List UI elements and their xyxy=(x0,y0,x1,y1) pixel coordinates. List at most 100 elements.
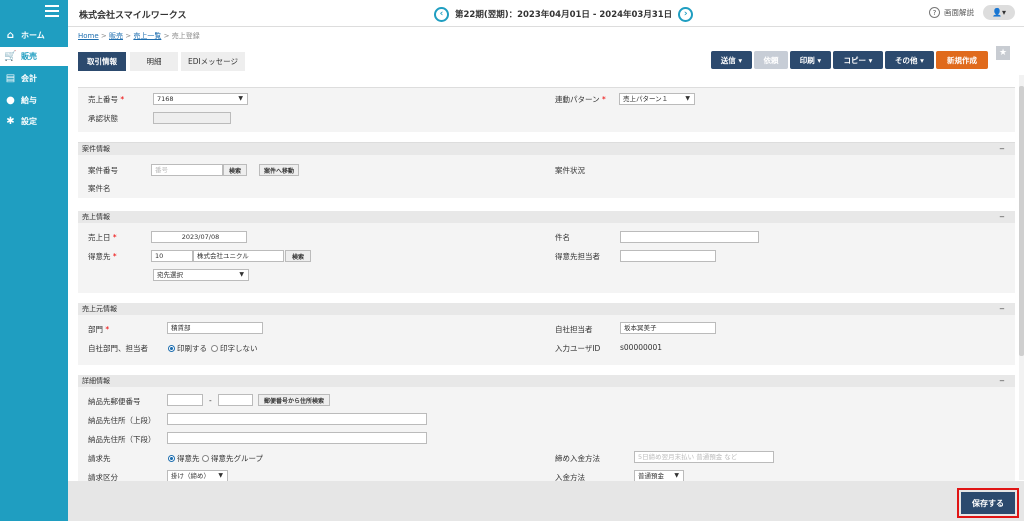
prev-period-icon[interactable]: ‹ xyxy=(434,6,449,22)
bill-to-group-radio[interactable]: 得意先グループ xyxy=(202,453,263,464)
cart-icon: 🛒 xyxy=(4,51,17,62)
zip-input-1[interactable] xyxy=(167,394,203,406)
link-pattern-select[interactable]: 売上パターン１ ▼ xyxy=(619,93,695,105)
request-button[interactable]: 依頼 xyxy=(754,51,788,69)
detail-section-header[interactable]: 詳細情報 − xyxy=(78,375,1015,387)
save-button-highlight[interactable]: 保存する xyxy=(957,488,1019,518)
user-caret: ▾ xyxy=(1001,8,1006,17)
goto-case-button[interactable]: 案件へ移動 xyxy=(259,164,299,176)
sales-no-label: 売上番号 * xyxy=(88,95,125,104)
zip-label: 納品先郵便番号 xyxy=(88,397,141,406)
favorite-star-icon[interactable]: ★ xyxy=(996,46,1010,60)
staff-input[interactable]: 坂本冥美子 xyxy=(620,322,716,334)
other-button[interactable]: その他 ▾ xyxy=(885,51,934,69)
sidebar-item-accounting[interactable]: ▤ 会計 xyxy=(0,69,68,88)
send-button[interactable]: 送信 ▾ xyxy=(711,51,752,69)
print-setting-label: 自社部門、担当者 xyxy=(88,344,148,353)
customer-label: 得意先 * xyxy=(88,252,117,261)
case-section-header[interactable]: 案件情報 − xyxy=(78,143,1015,155)
collapse-icon: − xyxy=(999,145,1005,153)
closing-label: 締め入金方法 xyxy=(555,454,600,463)
bill-type-label: 請求区分 xyxy=(88,473,118,481)
footer-bar xyxy=(68,481,1024,521)
chevron-down-icon: ▼ xyxy=(685,95,690,102)
customer-search-button[interactable]: 検索 xyxy=(285,250,311,262)
collapse-icon: − xyxy=(999,213,1005,221)
bill-to-label: 請求先 xyxy=(88,454,111,463)
breadcrumb-home[interactable]: Home xyxy=(78,32,99,40)
sidebar-item-sales[interactable]: 🛒 販売 xyxy=(0,47,68,66)
address2-input[interactable] xyxy=(167,432,427,444)
payment-label: 入金方法 xyxy=(555,473,585,481)
dept-label: 部門 * xyxy=(88,325,110,334)
case-no-label: 案件番号 xyxy=(88,166,118,175)
approval-label: 承認状態 xyxy=(88,114,118,123)
new-button[interactable]: 新規作成 xyxy=(936,51,988,69)
closing-input[interactable]: 5日締め翌月末払い 普通預金 など xyxy=(634,451,774,463)
top-bar: 株式会社スマイルワークス ‹ 第22期(翌期)：2023年04月01日 - 20… xyxy=(68,0,1024,27)
next-period-icon[interactable]: › xyxy=(678,6,694,22)
sidebar-item-settings[interactable]: ✱ 設定 xyxy=(0,112,68,131)
bill-type-select[interactable]: 掛け（締め） ▼ xyxy=(167,470,228,481)
dept-input[interactable]: 積賃部 xyxy=(167,322,263,334)
case-no-input[interactable]: 番号 xyxy=(151,164,223,176)
sidebar-item-label: 販売 xyxy=(21,52,37,61)
customer-contact-label: 得意先担当者 xyxy=(555,252,600,261)
input-user-value: s00000001 xyxy=(620,343,663,352)
breadcrumb-list[interactable]: 売上一覧 xyxy=(133,32,161,40)
print-button[interactable]: 印刷 ▾ xyxy=(790,51,831,69)
customer-contact-input[interactable] xyxy=(620,250,716,262)
print-no-radio[interactable]: 印字しない xyxy=(211,343,258,354)
sidebar-item-home[interactable]: ⌂ ホーム xyxy=(0,26,68,45)
subject-label: 件名 xyxy=(555,233,570,242)
subject-input[interactable] xyxy=(620,231,759,243)
gear-icon: ✱ xyxy=(6,116,15,127)
tab-transaction[interactable]: 取引情報 xyxy=(78,52,126,71)
breadcrumb-sales[interactable]: 販売 xyxy=(109,32,123,40)
sidebar-item-label: ホーム xyxy=(21,31,45,40)
sidebar-item-payroll[interactable]: ● 給与 xyxy=(0,91,68,110)
address2-label: 納品先住所（下段） xyxy=(88,435,156,444)
customer-code-input[interactable]: 10 xyxy=(151,250,193,262)
input-user-label: 入力ユーザID xyxy=(555,344,601,353)
tab-edi-message[interactable]: EDIメッセージ xyxy=(181,52,245,71)
zip-search-button[interactable]: 郵便番号から住所検索 xyxy=(258,394,330,406)
sales-date-label: 売上日 * xyxy=(88,233,117,242)
scrollbar-thumb[interactable] xyxy=(1019,86,1024,356)
sidebar-item-label: 会計 xyxy=(21,74,37,83)
tab-details[interactable]: 明細 xyxy=(130,52,178,71)
bill-to-customer-radio[interactable]: 得意先 xyxy=(168,453,200,464)
destination-select[interactable]: 宛先選択 ▼ xyxy=(153,269,249,281)
help-label: 画面解説 xyxy=(944,8,974,17)
copy-button[interactable]: コピー ▾ xyxy=(833,51,883,69)
approval-field xyxy=(153,112,231,124)
detail-panel xyxy=(78,375,1015,481)
sidebar: ⌂ ホーム 🛒 販売 ▤ 会計 ● 給与 ✱ 設定 xyxy=(0,0,68,521)
sales-no-select[interactable]: 7168 ▼ xyxy=(153,93,248,105)
payment-select[interactable]: 普通預金 ▼ xyxy=(634,470,684,481)
hamburger-menu-icon[interactable] xyxy=(45,5,59,17)
customer-name-input[interactable]: 株式会社ユニクル xyxy=(193,250,284,262)
user-menu-button[interactable]: 👤 ▾ xyxy=(983,5,1015,20)
calculator-icon: ▤ xyxy=(5,73,16,84)
home-icon: ⌂ xyxy=(6,30,15,41)
address1-input[interactable] xyxy=(167,413,427,425)
save-button[interactable]: 保存する xyxy=(961,492,1015,514)
origin-section-header[interactable]: 売上元情報 − xyxy=(78,303,1015,315)
sales-date-input[interactable]: 2023/07/08 xyxy=(151,231,247,243)
money-bag-icon: ● xyxy=(6,95,15,106)
sidebar-item-label: 設定 xyxy=(21,117,37,126)
sales-section-header[interactable]: 売上情報 − xyxy=(78,211,1015,223)
help-link[interactable]: ? 画面解説 xyxy=(929,7,974,18)
zip-input-2[interactable] xyxy=(218,394,253,406)
company-name: 株式会社スマイルワークス xyxy=(79,11,187,21)
sidebar-item-label: 給与 xyxy=(21,96,37,105)
print-yes-radio[interactable]: 印刷する xyxy=(168,343,207,354)
case-name-label: 案件名 xyxy=(88,184,111,193)
chevron-down-icon: ▼ xyxy=(238,95,243,102)
case-search-button[interactable]: 検索 xyxy=(223,164,247,176)
question-icon: ? xyxy=(929,7,940,18)
breadcrumb: Home > 販売 > 売上一覧 > 売上登録 xyxy=(78,32,200,40)
collapse-icon: − xyxy=(999,305,1005,313)
fiscal-period: ‹ 第22期(翌期)：2023年04月01日 - 2024年03月31日 › xyxy=(434,6,694,22)
